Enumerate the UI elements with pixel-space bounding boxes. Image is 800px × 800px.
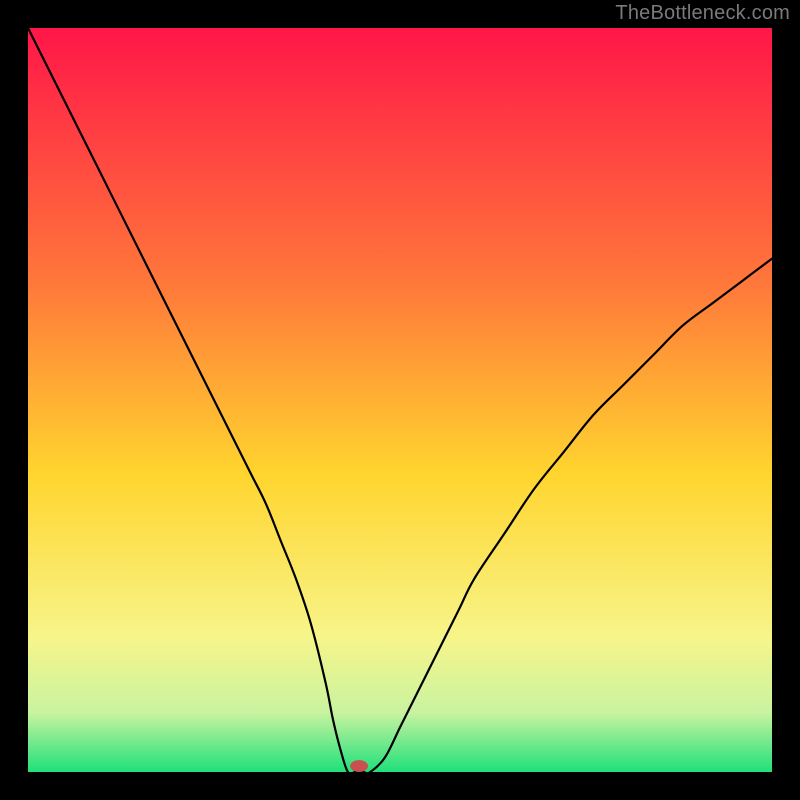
min-marker	[350, 760, 368, 772]
gradient-background	[28, 28, 772, 772]
bottleneck-chart	[0, 0, 800, 800]
watermark-text: TheBottleneck.com	[615, 2, 790, 25]
